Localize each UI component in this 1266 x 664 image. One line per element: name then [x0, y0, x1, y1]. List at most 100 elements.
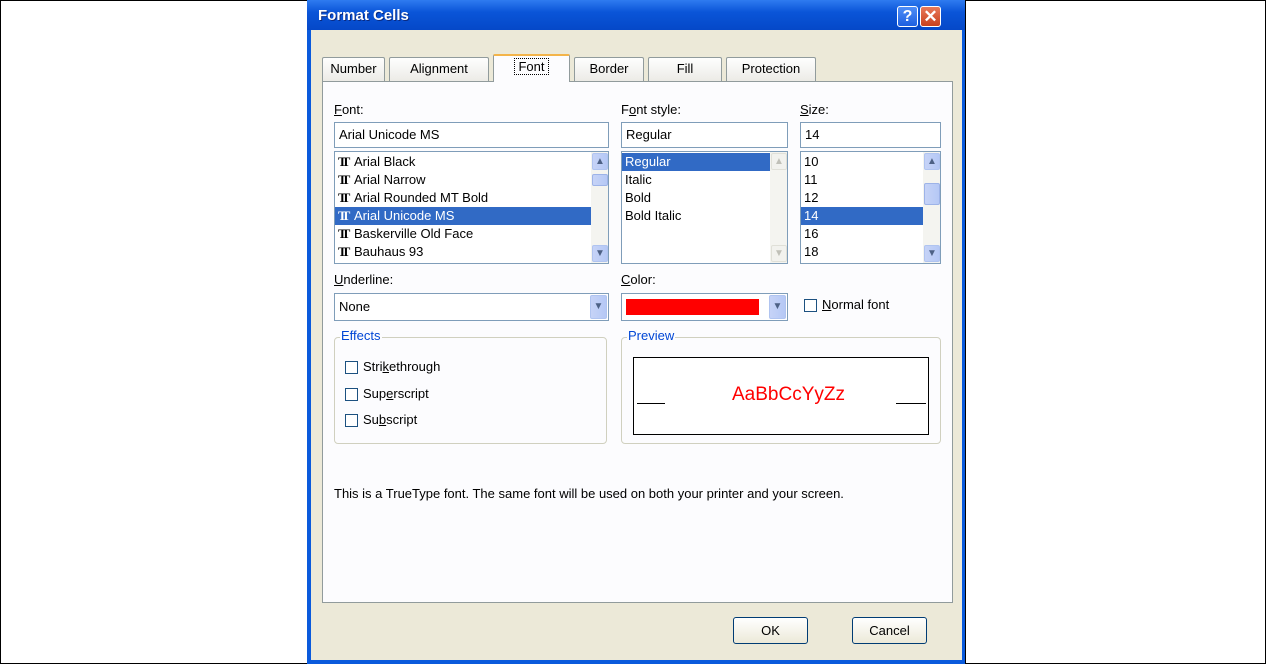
chevron-down-icon[interactable]: ▼	[769, 295, 786, 319]
font-input[interactable]: Arial Unicode MS	[334, 122, 609, 148]
strikethrough-checkbox[interactable]	[345, 361, 358, 374]
tab-font[interactable]: Font	[493, 54, 570, 82]
list-item-label: Arial Unicode MS	[354, 208, 455, 223]
color-label: Color:	[621, 272, 656, 287]
size-list[interactable]: 10 11 12 14 16 18 ▲ ▼	[800, 151, 941, 264]
subscript-label-rest: script	[386, 412, 418, 427]
list-item-label: Baskerville Old Face	[354, 226, 474, 241]
list-item-label: 12	[804, 190, 819, 205]
tab-alignment[interactable]: Alignment	[389, 57, 489, 81]
color-label-accel: C	[621, 272, 631, 287]
preview-baseline-right	[896, 403, 926, 404]
list-item[interactable]: TT Arial Rounded MT Bold	[335, 189, 608, 207]
subscript-checkbox[interactable]	[345, 414, 358, 427]
list-item[interactable]: 16	[801, 225, 940, 243]
superscript-label-rest: rscript	[393, 386, 429, 401]
strikethrough-label[interactable]: Strikethrough	[363, 359, 440, 374]
underline-label-rest: nderline:	[343, 272, 394, 287]
list-item-label: Bold Italic	[625, 208, 682, 223]
subscript-label-pre: Su	[363, 412, 379, 427]
font-list[interactable]: TT Arial Black TT Arial Narrow TT Arial Round…	[334, 151, 609, 264]
tab-fill[interactable]: Fill	[648, 57, 722, 81]
color-label-rest: olor:	[630, 272, 656, 287]
size-list-scrollbar[interactable]: ▲ ▼	[923, 152, 940, 263]
superscript-checkbox[interactable]	[345, 388, 358, 401]
scroll-up-icon: ▲	[771, 153, 787, 170]
effects-title: Effects	[340, 328, 382, 343]
tab-protection[interactable]: Protection	[726, 57, 816, 81]
font-style-list[interactable]: Regular Italic Bold Bold Italic ▲ ▼	[621, 151, 788, 264]
scroll-down-icon[interactable]: ▼	[592, 245, 608, 262]
strikethrough-label-pre: Stri	[363, 359, 383, 374]
chevron-down-icon[interactable]: ▼	[590, 295, 607, 319]
normal-font-label-rest: ormal font	[831, 297, 890, 312]
underline-label-accel: U	[334, 272, 344, 287]
list-item[interactable]: TT Arial Narrow	[335, 171, 608, 189]
tab-border[interactable]: Border	[574, 57, 644, 81]
list-item-label: Arial Black	[354, 154, 416, 169]
preview-title: Preview	[627, 328, 676, 343]
scroll-thumb[interactable]	[924, 183, 940, 205]
list-item[interactable]: TT Arial Unicode MS	[335, 207, 608, 225]
ok-button[interactable]: OK	[733, 617, 808, 644]
list-item-label: Arial Narrow	[354, 172, 426, 187]
preview-baseline-left	[637, 403, 665, 404]
subscript-label[interactable]: Subscript	[363, 412, 417, 427]
normal-font-checkbox[interactable]	[804, 299, 817, 312]
list-item-label: Arial Rounded MT Bold	[354, 190, 489, 205]
underline-value: None	[339, 299, 371, 314]
list-item[interactable]: Regular	[622, 153, 787, 171]
color-swatch	[626, 299, 759, 315]
title-bar[interactable]: Format Cells ? ✕	[307, 0, 966, 30]
list-item[interactable]: TT Arial Black	[335, 153, 608, 171]
normal-font-label[interactable]: Normal font	[822, 297, 889, 312]
format-cells-dialog: Format Cells ? ✕ Number Alignment Font B…	[307, 0, 966, 664]
help-button[interactable]: ?	[897, 6, 918, 27]
list-item[interactable]: TT Baskerville Old Face	[335, 225, 608, 243]
font-list-scrollbar[interactable]: ▲ ▼	[591, 152, 608, 263]
list-item-label: 16	[804, 226, 819, 241]
size-label-accel: S	[800, 102, 809, 117]
tab-number[interactable]: Number	[322, 57, 385, 81]
truetype-icon: TT	[338, 208, 350, 223]
font-style-input[interactable]: Regular	[621, 122, 788, 148]
size-label-rest: ize:	[808, 102, 829, 117]
truetype-icon: TT	[338, 244, 350, 259]
font-label-rest: ont:	[341, 102, 364, 117]
size-list-items: 10 11 12 14 16 18	[801, 152, 940, 261]
cancel-button[interactable]: Cancel	[852, 617, 927, 644]
preview-box: AaBbCcYyZz	[633, 357, 929, 435]
font-tab-panel: Font: Arial Unicode MS TT Arial Black TT Ar…	[322, 81, 953, 603]
list-item[interactable]: 12	[801, 189, 940, 207]
scroll-up-icon[interactable]: ▲	[592, 153, 608, 170]
font-style-label-pre: F	[621, 102, 629, 117]
font-style-scrollbar: ▲ ▼	[770, 152, 787, 263]
truetype-icon: TT	[338, 154, 350, 169]
list-item[interactable]: 10	[801, 153, 940, 171]
size-input[interactable]: 14	[800, 122, 941, 148]
size-label: Size:	[800, 102, 829, 117]
scroll-up-icon[interactable]: ▲	[924, 153, 940, 170]
scroll-down-icon[interactable]: ▼	[924, 245, 940, 262]
tab-font-label: Font	[514, 58, 549, 75]
list-item[interactable]: TT Bauhaus 93	[335, 243, 608, 261]
list-item[interactable]: Bold	[622, 189, 787, 207]
color-select[interactable]: ▼	[621, 293, 788, 321]
close-button[interactable]: ✕	[920, 6, 941, 27]
font-style-list-items: Regular Italic Bold Bold Italic	[622, 152, 787, 225]
scroll-thumb[interactable]	[592, 174, 608, 186]
list-item[interactable]: 14	[801, 207, 940, 225]
list-item[interactable]: 11	[801, 171, 940, 189]
font-label-accel: F	[334, 102, 342, 117]
list-item[interactable]: 18	[801, 243, 940, 261]
dialog-edge-line	[965, 0, 966, 664]
list-item[interactable]: Bold Italic	[622, 207, 787, 225]
list-item[interactable]: Italic	[622, 171, 787, 189]
superscript-label[interactable]: Superscript	[363, 386, 429, 401]
list-item-label: 11	[804, 172, 818, 187]
list-item-label: Bauhaus 93	[354, 244, 424, 259]
dialog-client: Number Alignment Font Border Fill Protec…	[311, 30, 962, 660]
underline-select[interactable]: None ▼	[334, 293, 609, 321]
list-item-label: Bold	[625, 190, 652, 205]
strikethrough-label-rest: ethrough	[389, 359, 441, 374]
